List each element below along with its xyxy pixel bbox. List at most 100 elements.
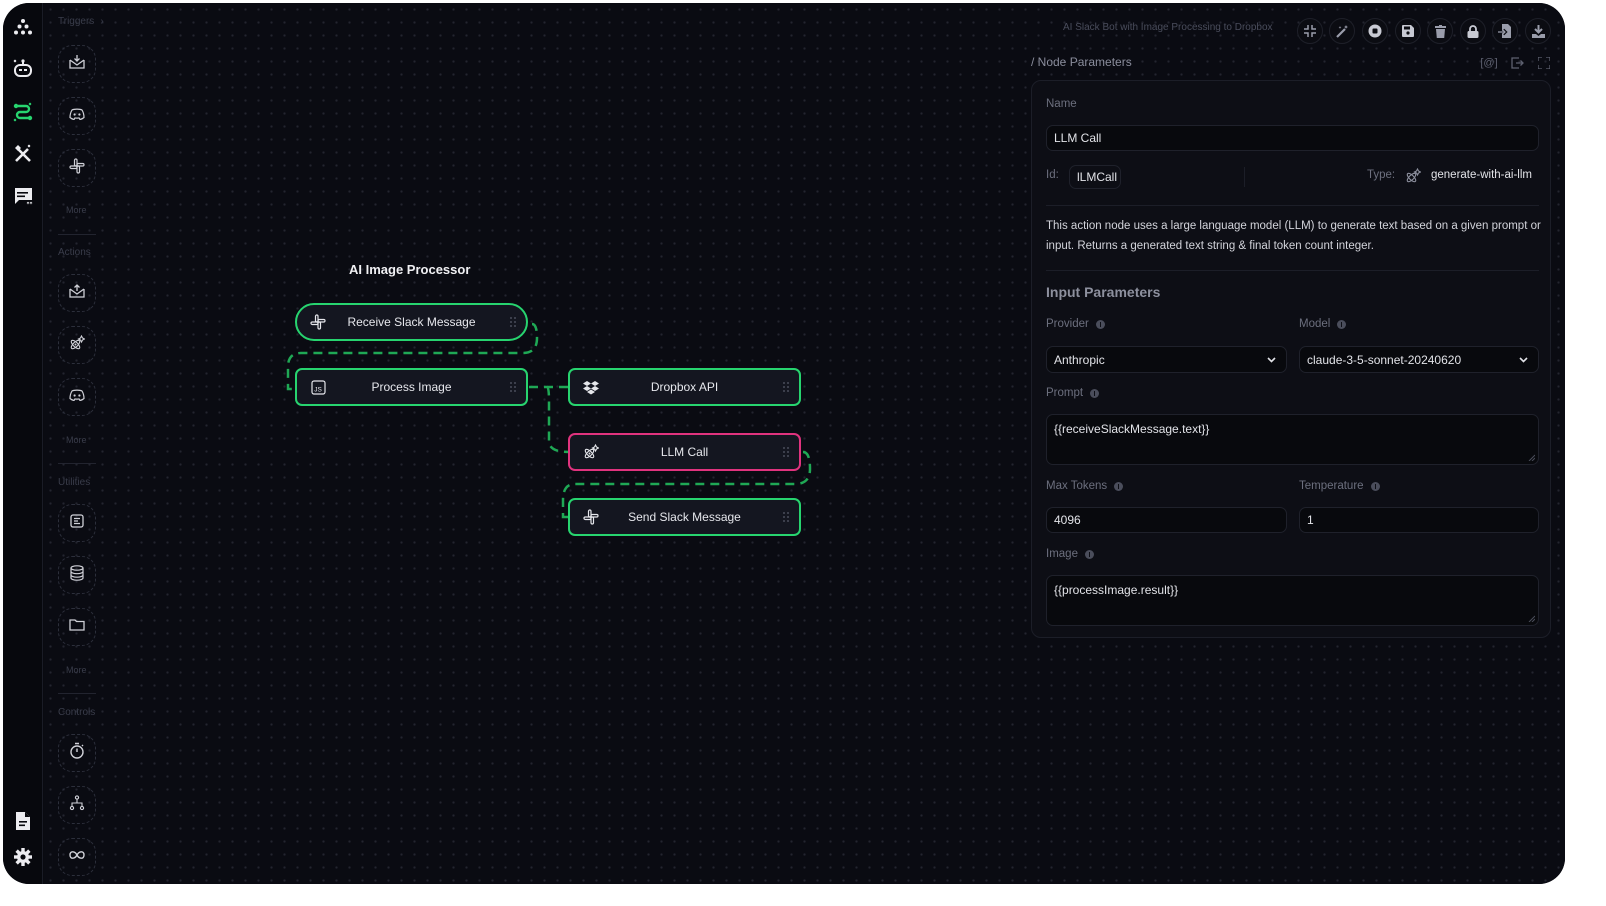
palette-item-mail-receive[interactable]	[58, 45, 96, 83]
chevron-right-icon: ›	[100, 16, 104, 27]
dropbox-icon	[582, 378, 600, 396]
section-title: Actions	[58, 247, 91, 258]
node-process-image[interactable]: JS Process Image	[295, 368, 528, 406]
node-label: Dropbox API	[650, 380, 719, 394]
save-button[interactable]	[1395, 18, 1421, 44]
palette-more-triggers[interactable]: More	[66, 205, 87, 215]
flow-name[interactable]: AI Slack Bot with Image Processing to Dr…	[1063, 22, 1273, 33]
drag-handle-icon[interactable]	[782, 381, 790, 393]
resize-handle-icon[interactable]	[1528, 615, 1535, 622]
logo-icon[interactable]	[11, 15, 35, 39]
palette-section-utilities[interactable]: Utilities	[58, 477, 90, 488]
node-send-slack-message[interactable]: Send Slack Message	[568, 498, 801, 536]
delete-button[interactable]	[1427, 18, 1453, 44]
node-dropbox-api[interactable]: Dropbox API	[568, 368, 801, 406]
prompt-value: {{receiveSlackMessage.text}}	[1054, 422, 1210, 436]
discord-icon	[69, 388, 85, 406]
palette-item-discord-action[interactable]	[58, 378, 96, 416]
drag-handle-icon[interactable]	[782, 511, 790, 523]
gear-icon[interactable]	[11, 845, 35, 869]
mention-button[interactable]: [@]	[1480, 55, 1497, 71]
drag-handle-icon[interactable]	[509, 381, 517, 393]
image-textarea[interactable]: {{processImage.result}}	[1046, 575, 1539, 626]
magic-button[interactable]	[1329, 18, 1355, 44]
name-input[interactable]	[1046, 125, 1539, 151]
max-tokens-input[interactable]	[1046, 507, 1287, 533]
stop-button[interactable]	[1362, 18, 1388, 44]
section-title: Controls	[58, 707, 96, 718]
palette-item-branch[interactable]	[58, 786, 96, 824]
icon-rail	[3, 3, 43, 884]
trash-icon	[1434, 24, 1446, 38]
info-icon[interactable]	[1114, 481, 1124, 491]
palette-item-text[interactable]	[58, 504, 96, 542]
palette-item-discord[interactable]	[58, 97, 96, 135]
node-llm-call[interactable]: LLM Call	[568, 433, 801, 471]
temperature-label-text: Temperature	[1299, 480, 1364, 492]
temperature-label: Temperature	[1299, 480, 1380, 492]
id-value[interactable]: lLMCall	[1069, 165, 1121, 189]
tools-icon[interactable]	[11, 142, 35, 166]
palette-item-loop[interactable]	[58, 838, 96, 876]
type-label: Type:	[1367, 169, 1396, 181]
node-receive-slack-message[interactable]: Receive Slack Message	[295, 303, 528, 341]
type-value: generate-with-ai-llm	[1431, 169, 1532, 181]
database-icon	[70, 564, 84, 586]
palette-item-folder[interactable]	[58, 608, 96, 646]
provider-label: Provider	[1046, 318, 1105, 330]
info-icon[interactable]	[1337, 319, 1347, 329]
provider-label-text: Provider	[1046, 318, 1089, 330]
resize-handle-icon[interactable]	[1528, 454, 1535, 461]
provider-select[interactable]: Anthropic	[1046, 346, 1287, 373]
ai-sparkle-icon	[69, 334, 86, 356]
document-icon[interactable]	[11, 809, 35, 833]
ai-sparkle-icon	[582, 443, 600, 461]
palette-item-timer[interactable]	[58, 734, 96, 772]
info-icon[interactable]	[1370, 481, 1380, 491]
info-icon[interactable]	[1084, 549, 1094, 559]
palette-item-database[interactable]	[58, 556, 96, 594]
robot-icon[interactable]	[11, 56, 35, 80]
info-icon[interactable]	[1090, 388, 1100, 398]
palette-item-slack[interactable]	[58, 149, 96, 187]
magic-wand-icon	[1335, 24, 1348, 38]
drag-handle-icon[interactable]	[782, 446, 790, 458]
palette-item-ai[interactable]	[58, 326, 96, 364]
info-icon[interactable]	[1095, 319, 1105, 329]
slack-icon	[582, 508, 600, 526]
image-value: {{processImage.result}}	[1054, 583, 1179, 597]
id-label: Id:	[1046, 169, 1059, 181]
svg-text:JS: JS	[314, 386, 322, 393]
max-tokens-label-text: Max Tokens	[1046, 480, 1108, 492]
palette-section-actions[interactable]: Actions	[58, 247, 91, 258]
workflow-icon[interactable]	[11, 100, 35, 124]
fullscreen-button[interactable]	[1536, 55, 1552, 71]
palette-divider	[58, 693, 96, 694]
palette-item-mail-send[interactable]	[58, 274, 96, 312]
collapse-button[interactable]	[1297, 18, 1323, 44]
model-label-text: Model	[1299, 318, 1331, 330]
node-label: Process Image	[371, 380, 452, 394]
model-select[interactable]: claude-3-5-sonnet-20240620	[1299, 346, 1539, 373]
prompt-label-text: Prompt	[1046, 387, 1084, 399]
temperature-input[interactable]	[1299, 507, 1539, 533]
id-type-divider	[1244, 167, 1245, 187]
app-window: Triggers › More Actions More Utilities M…	[3, 3, 1565, 884]
chat-icon[interactable]	[11, 184, 35, 208]
slack-icon	[69, 157, 85, 179]
node-parameters-title: / Node Parameters	[1031, 55, 1132, 69]
model-value: claude-3-5-sonnet-20240620	[1307, 352, 1462, 367]
node-description: This action node uses a large language m…	[1046, 220, 1541, 252]
mail-send-icon	[69, 283, 85, 303]
palette-more-utilities[interactable]: More	[66, 665, 87, 675]
export-panel-button[interactable]	[1509, 55, 1525, 71]
palette-more-actions[interactable]: More	[66, 435, 87, 445]
drag-handle-icon[interactable]	[509, 316, 517, 328]
palette-section-triggers[interactable]: Triggers ›	[58, 16, 104, 27]
palette-section-controls[interactable]: Controls	[58, 707, 95, 718]
import-button[interactable]	[1492, 18, 1518, 44]
download-button[interactable]	[1525, 18, 1551, 44]
lock-button[interactable]	[1460, 18, 1486, 44]
expand-icon	[1538, 57, 1550, 69]
prompt-textarea[interactable]: {{receiveSlackMessage.text}}	[1046, 414, 1539, 465]
